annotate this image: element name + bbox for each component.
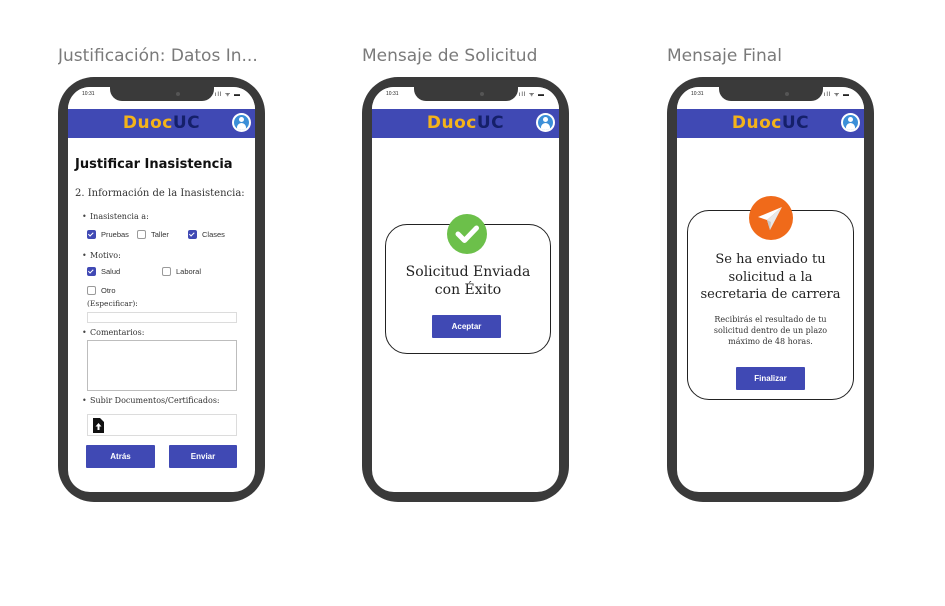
frame-title-mensaje-final: Mensaje Final [667,46,782,66]
phone-notch [109,87,214,101]
screen-success: 10:31 ıll ᯤ ▬ DuocUC Solicitud Enviada c… [372,87,559,492]
success-message: Solicitud Enviada con Éxito [405,264,531,298]
back-button[interactable]: Atrás [86,445,155,468]
status-icons: ıll ᯤ ▬ [518,92,545,98]
app-bar: DuocUC [372,109,559,138]
comentarios-textarea[interactable] [87,340,237,391]
phone-success: 10:31 ıll ᯤ ▬ DuocUC Solicitud Enviada c… [362,77,569,502]
accept-button[interactable]: Aceptar [432,315,501,338]
checkbox-clases[interactable]: Clases [188,230,225,239]
comentarios-label-row: • Comentarios: [82,328,145,337]
paper-plane-icon [749,196,793,240]
upload-label-row: • Subir Documentos/Certificados: [82,396,220,405]
final-body-text: Recibirás el resultado de tu solicitud d… [713,315,828,346]
app-bar: DuocUC [677,109,864,138]
status-time: 10:31 [82,91,95,97]
duocuc-logo: DuocUC [731,113,810,133]
status-icons: ıll ᯤ ▬ [214,92,241,98]
checkbox-otro[interactable]: Otro [87,286,116,295]
upload-field[interactable] [87,414,237,436]
checkbox-taller[interactable]: Taller [137,230,169,239]
especificar-input[interactable] [87,312,237,323]
checkbox-checked-icon[interactable] [87,230,96,239]
finish-button[interactable]: Finalizar [736,367,805,390]
phone-notch [413,87,518,101]
phone-form: 10:31 ıll ᯤ ▬ DuocUC Justificar Inasiste… [58,77,265,502]
motivo-label-row: • Motivo: [82,251,121,260]
section-heading: 2. Información de la Inasistencia: [75,188,245,199]
final-headline: Se ha enviado tu solicitud a la secretar… [700,252,841,302]
checkbox-checked-icon[interactable] [188,230,197,239]
duocuc-logo: DuocUC [122,113,201,133]
checkbox-unchecked-icon[interactable] [87,286,96,295]
user-avatar-icon[interactable] [232,113,251,132]
status-time: 10:31 [691,91,704,97]
checkbox-salud[interactable]: Salud [87,267,120,276]
app-bar: DuocUC [68,109,255,138]
user-avatar-icon[interactable] [536,113,555,132]
checkbox-laboral[interactable]: Laboral [162,267,201,276]
inasistencia-label-row: • Inasistencia a: [82,212,149,221]
page-title: Justificar Inasistencia [75,157,233,172]
phone-final: 10:31 ıll ᯤ ▬ DuocUC Se ha enviado tu so… [667,77,874,502]
send-button[interactable]: Enviar [169,445,237,468]
user-avatar-icon[interactable] [841,113,860,132]
checkbox-unchecked-icon[interactable] [137,230,146,239]
status-time: 10:31 [386,91,399,97]
frame-title-mensaje-solicitud: Mensaje de Solicitud [362,46,538,66]
file-upload-icon[interactable] [93,418,104,433]
duocuc-logo: DuocUC [426,113,505,133]
check-circle-icon [447,214,487,254]
screen-final: 10:31 ıll ᯤ ▬ DuocUC Se ha enviado tu so… [677,87,864,492]
screen-form: 10:31 ıll ᯤ ▬ DuocUC Justificar Inasiste… [68,87,255,492]
checkbox-checked-icon[interactable] [87,267,96,276]
phone-notch [718,87,823,101]
frame-title-justificacion: Justificación: Datos In... [58,46,258,66]
checkbox-unchecked-icon[interactable] [162,267,171,276]
checkbox-pruebas[interactable]: Pruebas [87,230,129,239]
especificar-label: (Especificar): [87,299,138,308]
status-icons: ıll ᯤ ▬ [823,92,850,98]
